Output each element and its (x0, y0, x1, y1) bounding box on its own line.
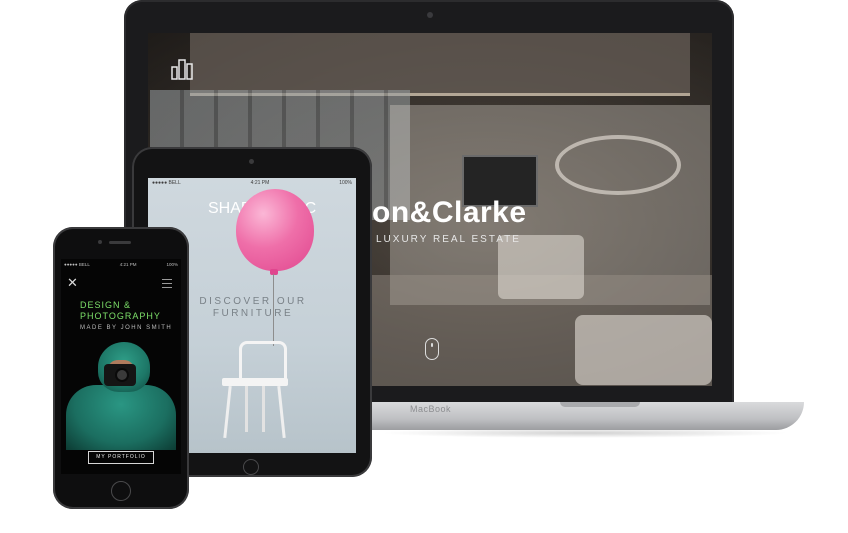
balloon-knot (270, 269, 278, 275)
hero-image-sofa (575, 315, 712, 385)
chair-image-leg (245, 386, 248, 432)
photographer-image-body (66, 385, 176, 450)
laptop-label: MacBook (410, 404, 452, 414)
phone-battery: 100% (166, 261, 178, 267)
phone-camera (98, 240, 102, 244)
camera-lens-image (115, 368, 129, 382)
chair-image-back (239, 341, 287, 382)
tablet-site-headline: DISCOVER OUR FURNITURE (199, 296, 307, 319)
hamburger-menu-icon[interactable] (162, 279, 172, 288)
chair-image-leg (262, 386, 265, 432)
phone-home-button[interactable] (111, 481, 131, 501)
laptop-site-tagline: LUXURY REAL ESTATE (376, 234, 521, 245)
phone-clock: 4:21 PM (119, 261, 137, 267)
tablet-home-button[interactable] (243, 459, 259, 475)
tablet-status-bar: ●●●●● BELL 4:21 PM 100% (148, 178, 356, 187)
hero-image-ceiling (190, 33, 690, 96)
phone-status-bar: ●●●●● BELL 4:21 PM 100% (61, 260, 181, 268)
phone-speaker (109, 241, 131, 244)
laptop-notch (560, 402, 640, 407)
phone-carrier: ●●●●● BELL (64, 261, 90, 267)
building-icon[interactable] (171, 58, 193, 80)
tablet-carrier: ●●●●● BELL (152, 179, 181, 186)
mouse-scroll-icon[interactable] (425, 338, 439, 360)
tablet-battery: 100% (339, 179, 352, 186)
close-icon[interactable]: ✕ (67, 276, 78, 289)
chair-image-seat (222, 378, 288, 386)
phone-site-byline: MADE BY JOHN SMITH (80, 325, 173, 331)
laptop-camera (427, 12, 433, 18)
balloon-image (236, 189, 314, 271)
tablet-camera (249, 159, 254, 164)
hero-image-wall-shelf (555, 135, 681, 195)
my-portfolio-button[interactable]: MY PORTFOLIO (88, 451, 154, 464)
phone-site-title: DESIGN & PHOTOGRAPHY (80, 300, 161, 321)
laptop-site-brand: on&Clarke (372, 196, 527, 229)
tablet-clock: 4:21 PM (250, 179, 270, 186)
